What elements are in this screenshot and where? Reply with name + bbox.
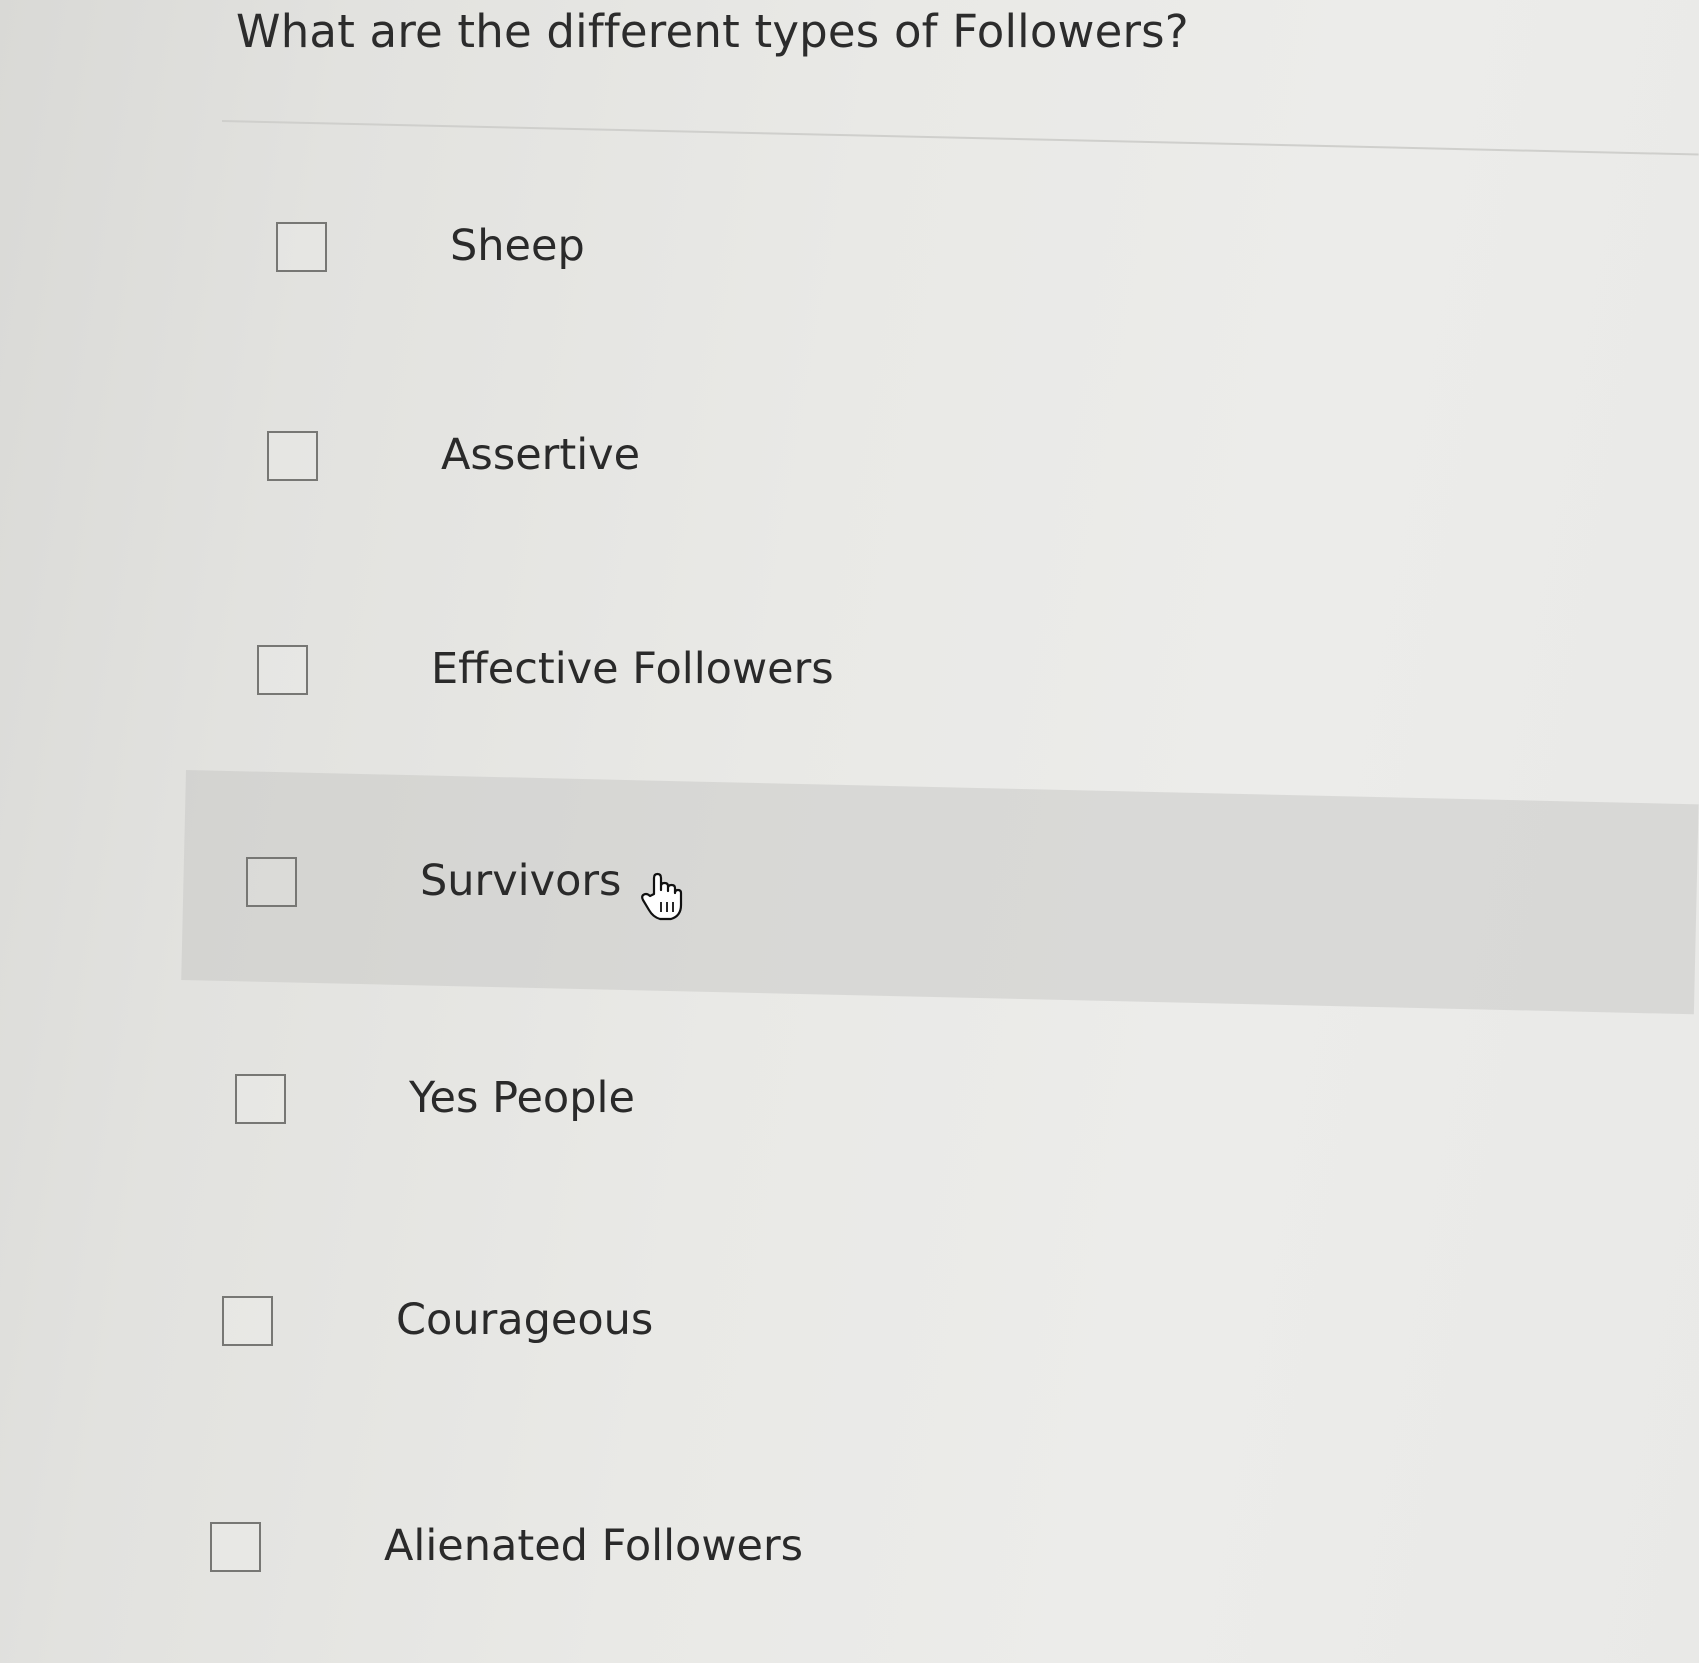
option-survivors[interactable]: Survivors: [246, 847, 1146, 927]
checkbox[interactable]: [235, 1074, 286, 1124]
checkbox[interactable]: [210, 1522, 261, 1572]
checkbox[interactable]: [257, 645, 308, 695]
checkbox[interactable]: [246, 857, 297, 907]
divider: [221, 120, 1699, 156]
checkbox[interactable]: [267, 431, 318, 481]
option-label: Yes People: [409, 1073, 635, 1123]
option-yes-people[interactable]: Yes People: [235, 1064, 1135, 1144]
option-label: Effective Followers: [431, 644, 834, 694]
checkbox[interactable]: [222, 1296, 273, 1346]
option-label: Alienated Followers: [384, 1521, 804, 1571]
option-assertive[interactable]: Assertive: [267, 421, 1167, 501]
option-effective-followers[interactable]: Effective Followers: [257, 635, 1157, 715]
option-label: Assertive: [441, 430, 641, 480]
question-title: What are the different types of Follower…: [236, 5, 1189, 58]
option-label: Courageous: [396, 1295, 654, 1345]
option-alienated-followers[interactable]: Alienated Followers: [210, 1512, 1110, 1592]
option-label: Survivors: [420, 856, 622, 906]
checkbox[interactable]: [276, 222, 327, 272]
option-label: Sheep: [450, 221, 585, 271]
hand-pointer-icon: [640, 872, 684, 922]
option-sheep[interactable]: Sheep: [276, 212, 1176, 292]
option-courageous[interactable]: Courageous: [222, 1286, 1122, 1366]
